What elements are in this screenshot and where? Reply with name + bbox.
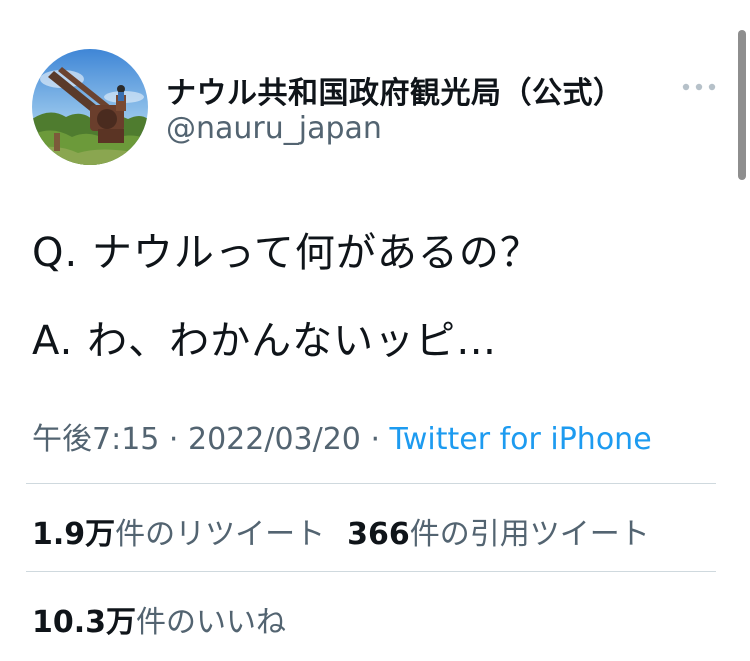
likes-label: 件のいいね — [136, 605, 287, 640]
quotes-label: 件の引用ツイート — [409, 517, 650, 552]
meta-separator: · — [159, 422, 188, 457]
tweet-date[interactable]: 2022/03/20 — [188, 422, 361, 457]
avatar-image — [32, 49, 148, 165]
tweet-meta: 午後7:15 · 2022/03/20 · Twitter for iPhone — [32, 414, 652, 458]
tweet-text-line: Q. ナウルって何があるの？ — [32, 230, 541, 276]
tweet-time[interactable]: 午後7:15 — [32, 422, 159, 457]
tweet-text-line: A. わ、わかんないッピ… — [32, 318, 498, 364]
user-handle[interactable]: @nauru_japan — [166, 111, 382, 146]
retweets-count: 1.9万 — [32, 517, 116, 552]
engagement-stats: 1.9万件のリツイート 366件の引用ツイート — [32, 509, 650, 553]
display-name[interactable]: ナウル共和国政府観光局（公式） — [166, 68, 624, 112]
divider — [26, 571, 716, 572]
retweets-stat[interactable]: 1.9万件のリツイート — [32, 517, 325, 552]
likes-count: 10.3万 — [32, 605, 137, 640]
quotes-count: 366 — [347, 517, 410, 552]
tweet-source-link[interactable]: Twitter for iPhone — [390, 422, 652, 457]
scrollbar[interactable] — [738, 30, 746, 180]
meta-separator: · — [360, 422, 390, 457]
avatar[interactable] — [32, 49, 148, 165]
retweets-label: 件のリツイート — [115, 517, 326, 552]
tweet-detail-page: ナウル共和国政府観光局（公式） @nauru_japan Q. ナウルって何があ… — [0, 0, 750, 661]
quotes-stat[interactable]: 366件の引用ツイート — [347, 517, 650, 552]
likes-stats: 10.3万件のいいね — [32, 597, 286, 641]
divider — [26, 483, 716, 484]
likes-stat[interactable]: 10.3万件のいいね — [32, 605, 286, 640]
more-horizontal-icon[interactable] — [681, 80, 717, 94]
